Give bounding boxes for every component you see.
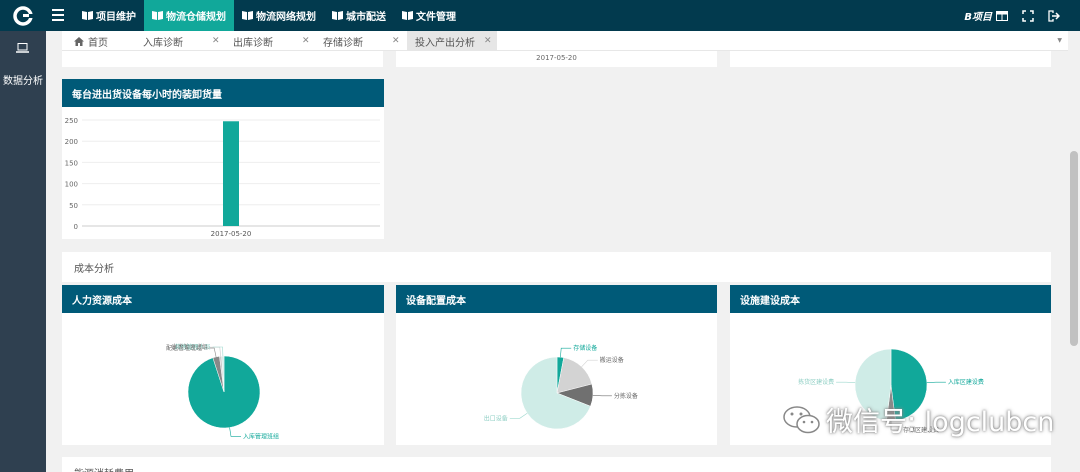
card-title: 人力资源成本	[62, 285, 384, 313]
slice-label: 出口设备	[484, 414, 508, 422]
close-icon[interactable]: ✕	[484, 36, 492, 46]
nav-item-warehouse-planning[interactable]: 物流仓储规划	[144, 0, 234, 31]
book-icon	[152, 11, 163, 20]
slice-label: 存储设备	[573, 344, 597, 352]
tab-outbound-diagnosis[interactable]: 出库诊断 ✕	[233, 31, 313, 51]
book-icon	[82, 11, 93, 20]
wechat-icon	[783, 405, 820, 433]
tab-input-output-analysis[interactable]: 投入产出分析 ✕	[407, 31, 497, 51]
leader-line	[509, 412, 528, 419]
watermark-text: 微信号: logclubcn	[826, 407, 1055, 438]
nav-item-city-delivery[interactable]: 城市配送	[324, 0, 394, 31]
nav-item-network-planning[interactable]: 物流网络规划	[234, 0, 324, 31]
table-icon[interactable]	[996, 10, 1008, 21]
page-scrollbar[interactable]	[1068, 51, 1080, 472]
partial-card-middle: 2017-05-20	[396, 51, 717, 67]
home-icon	[74, 36, 84, 46]
laptop-icon[interactable]	[16, 43, 29, 53]
card-title: 设施建设成本	[730, 285, 1051, 313]
book-icon	[402, 11, 413, 20]
project-selector[interactable]: B项目	[964, 8, 992, 23]
leader-line	[229, 427, 241, 437]
bar-chart: 0 50 100 150 200 250 2017-05-20	[65, 117, 380, 238]
leader-line	[560, 347, 572, 358]
equipment-cost-card: 设备配置成本 存储设备 搬运设备分拣设备出口设备	[396, 285, 717, 445]
tab-inbound-diagnosis[interactable]: 入库诊断 ✕	[143, 31, 223, 51]
y-tick-label: 50	[69, 202, 78, 210]
leader-line	[926, 381, 946, 383]
tab-dropdown-icon[interactable]: ▼	[1057, 37, 1062, 44]
y-tick-label: 0	[74, 223, 78, 231]
nav-item-project-maintenance[interactable]: 项目维护	[74, 0, 144, 31]
book-icon	[332, 11, 343, 20]
top-right-tools: B项目	[964, 0, 1060, 31]
slice-label: 入库区建设费	[948, 378, 984, 386]
leader-line	[581, 359, 598, 368]
close-icon[interactable]: ✕	[212, 36, 220, 46]
sidebar: 数据分析	[0, 31, 46, 472]
fullscreen-icon[interactable]	[1022, 9, 1034, 22]
y-tick-label: 200	[65, 138, 78, 146]
bar[interactable]	[223, 121, 239, 226]
partial-card-left	[62, 51, 383, 67]
unload-volume-card: 每台进出货设备每小时的装卸货量 0 50 100 150 200 250 2017-05-2…	[62, 79, 384, 239]
menu-toggle-button[interactable]	[52, 9, 64, 21]
book-icon	[242, 11, 253, 20]
tab-home[interactable]: 首页	[74, 31, 108, 51]
y-tick-label: 100	[65, 181, 78, 189]
slice-label: 拣货区建设费	[798, 378, 834, 386]
company-logo[interactable]	[0, 0, 46, 31]
section-title-energy: 能源消耗费用	[62, 457, 1051, 472]
slice-label: 入库管理班组	[243, 432, 279, 440]
section-title-cost-analysis: 成本分析	[62, 252, 1051, 282]
sidebar-item-data-analysis[interactable]: 数据分析	[0, 72, 46, 87]
scrollbar-thumb[interactable]	[1070, 151, 1078, 346]
tab-storage-diagnosis[interactable]: 存储诊断 ✕	[323, 31, 403, 51]
logout-icon[interactable]	[1048, 9, 1060, 22]
card-title: 设备配置成本	[396, 285, 717, 313]
logo-icon	[13, 5, 33, 26]
top-navbar: 项目维护 物流仓储规划 物流网络规划 城市配送 文件管理 B项目	[0, 0, 1080, 31]
main-nav: 项目维护 物流仓储规划 物流网络规划 城市配送 文件管理	[74, 0, 464, 31]
wechat-watermark: 微信号: logclubcn	[782, 400, 1054, 439]
slice-label: 其他管理人员	[175, 343, 211, 351]
pie-chart: 存储设备搬运设备分拣设备出口设备	[484, 344, 638, 430]
leader-line	[836, 381, 856, 383]
pie-chart: 入库管理班组配送管理班组出库管理班组其他管理人员	[166, 343, 279, 440]
nav-item-file-management[interactable]: 文件管理	[394, 0, 464, 31]
x-tick-label: 2017-05-20	[211, 230, 252, 238]
partial-card-right	[730, 51, 1051, 67]
date-label: 2017-05-20	[536, 54, 577, 62]
y-tick-label: 250	[65, 117, 78, 125]
leader-line	[592, 395, 612, 397]
slice-label: 搬运设备	[600, 356, 624, 364]
card-title: 每台进出货设备每小时的装卸货量	[62, 79, 384, 107]
tab-bar: 首页 入库诊断 ✕ 出库诊断 ✕ 存储诊断 ✕ 投入产出分析 ✕ ▼	[62, 31, 1068, 51]
slice-label: 分拣设备	[614, 392, 638, 400]
close-icon[interactable]: ✕	[392, 36, 400, 46]
y-tick-label: 150	[65, 159, 78, 167]
close-icon[interactable]: ✕	[302, 36, 310, 46]
hr-cost-card: 人力资源成本 入库管理班组 配送管理班组 出库管理班组 其他管理人员	[62, 285, 384, 445]
